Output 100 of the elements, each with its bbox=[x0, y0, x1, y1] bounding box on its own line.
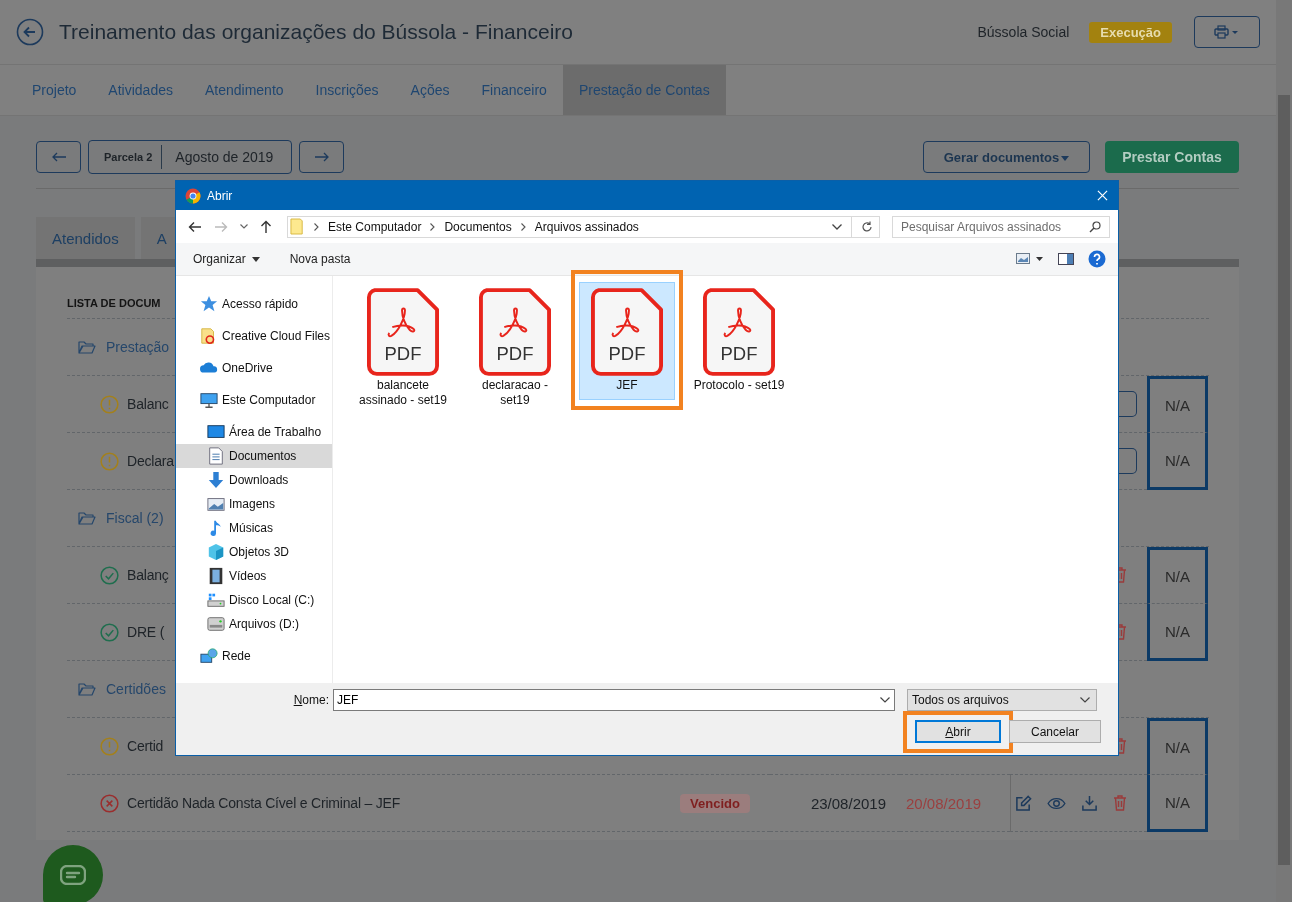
previous-button[interactable] bbox=[36, 141, 81, 173]
nav-item[interactable]: Este Computador bbox=[176, 388, 332, 412]
nav-item[interactable]: OneDrive bbox=[176, 356, 332, 380]
document-name: Declara bbox=[127, 453, 174, 469]
next-button[interactable] bbox=[299, 141, 344, 173]
pdf-file-icon: PDF bbox=[479, 288, 551, 376]
cancel-button[interactable]: Cancelar bbox=[1009, 720, 1101, 743]
status-badge: Execução bbox=[1089, 21, 1172, 43]
breadcrumb-item[interactable]: Arquivos assinados bbox=[534, 219, 639, 234]
na-label: N/A bbox=[1165, 568, 1190, 585]
exclamation-circle-icon bbox=[100, 451, 119, 471]
star-icon bbox=[200, 295, 218, 313]
file-name: Protocolo - set19 bbox=[692, 378, 786, 393]
chat-icon bbox=[60, 865, 86, 885]
na-label: N/A bbox=[1165, 739, 1190, 756]
date-text: 23/08/2019 bbox=[810, 794, 886, 812]
nav-item[interactable]: Área de Trabalho bbox=[176, 420, 332, 444]
refresh-icon[interactable] bbox=[861, 220, 873, 233]
view-icon[interactable] bbox=[1047, 796, 1066, 810]
dialog-title: Abrir bbox=[207, 188, 233, 203]
printer-icon bbox=[1213, 25, 1241, 39]
document-name: Certid bbox=[127, 738, 164, 754]
file-item[interactable]: PDF JEF bbox=[579, 282, 675, 400]
folder-icon bbox=[78, 511, 96, 525]
print-button[interactable] bbox=[1194, 16, 1260, 48]
document-name: DRE ( bbox=[127, 624, 165, 640]
nav-item[interactable]: Creative Cloud Files bbox=[176, 324, 332, 348]
view-options-icon[interactable] bbox=[1016, 253, 1044, 265]
computer-icon bbox=[200, 391, 218, 409]
scrollbar[interactable] bbox=[1276, 0, 1292, 902]
up-arrow-icon[interactable] bbox=[260, 219, 272, 234]
address-field[interactable]: Este Computador Documentos Arquivos assinados bbox=[287, 215, 880, 238]
nav-item[interactable]: Objetos 3D bbox=[176, 540, 332, 564]
file-item[interactable]: PDF Protocolo - set19 bbox=[691, 282, 787, 400]
drive-icon bbox=[207, 615, 225, 633]
caret-icon bbox=[1061, 155, 1070, 161]
expired-badge: Vencido bbox=[680, 793, 750, 813]
x-circle-icon bbox=[100, 793, 119, 813]
download-icon[interactable] bbox=[1081, 794, 1098, 812]
pdf-file-icon: PDF bbox=[703, 288, 775, 376]
nav-item[interactable]: Vídeos bbox=[176, 564, 332, 588]
nav-item[interactable]: Rede bbox=[176, 644, 332, 668]
nav-item[interactable]: Documentos bbox=[176, 444, 332, 468]
organize-menu[interactable]: Organizar bbox=[193, 252, 260, 266]
file-item[interactable]: PDF declaracao - set19 bbox=[467, 282, 563, 415]
nav-item[interactable]: Músicas bbox=[176, 516, 332, 540]
nav-item[interactable]: Downloads bbox=[176, 468, 332, 492]
folder-icon bbox=[78, 682, 96, 696]
back-icon[interactable] bbox=[16, 18, 44, 46]
chevron-right-icon bbox=[314, 222, 319, 231]
image-icon bbox=[207, 495, 225, 513]
period-selector[interactable]: Parcela 2 Agosto de 2019 bbox=[88, 140, 292, 174]
drive-icon bbox=[207, 591, 225, 609]
filename-field[interactable]: JEF bbox=[333, 689, 895, 711]
nav-item[interactable]: Disco Local (C:) bbox=[176, 588, 332, 612]
document-name: Certidão Nada Consta Cível e Criminal – JEF bbox=[127, 795, 401, 811]
file-name: JEF bbox=[615, 378, 639, 393]
new-folder-button[interactable]: Nova pasta bbox=[289, 252, 351, 266]
folder-icon bbox=[78, 340, 96, 354]
document-name: Balanc bbox=[127, 396, 169, 412]
caret-icon bbox=[251, 256, 260, 262]
filename-label: Nome: bbox=[292, 693, 329, 707]
close-icon[interactable] bbox=[1097, 190, 1108, 201]
list-heading: LISTA DE DOCUM bbox=[67, 297, 161, 309]
nav-item[interactable]: Acesso rápido bbox=[176, 292, 332, 316]
chevron-down-icon[interactable] bbox=[240, 224, 248, 229]
submit-button[interactable]: Prestar Contas bbox=[1105, 141, 1239, 173]
chevron-down-icon[interactable] bbox=[880, 697, 890, 703]
pdf-file-icon: PDF bbox=[591, 288, 663, 376]
installment-label: Parcela 2 bbox=[89, 145, 163, 169]
download-icon bbox=[207, 471, 225, 489]
chevron-down-icon[interactable] bbox=[832, 223, 842, 230]
help-icon[interactable] bbox=[1088, 250, 1106, 268]
document-name: Balanç bbox=[127, 567, 169, 583]
back-arrow-icon[interactable] bbox=[188, 220, 202, 233]
search-field[interactable]: Pesquisar Arquivos assinados bbox=[892, 215, 1110, 238]
chat-button[interactable] bbox=[43, 845, 103, 902]
file-item[interactable]: PDF balancete assinado - set19 bbox=[355, 282, 451, 415]
left-arrow-icon bbox=[50, 152, 67, 162]
edit-icon[interactable] bbox=[1015, 794, 1032, 812]
desktop-icon bbox=[207, 423, 225, 441]
nav-item[interactable]: Imagens bbox=[176, 492, 332, 516]
na-label: N/A bbox=[1165, 397, 1190, 414]
due-date-text: 20/08/2019 bbox=[906, 794, 982, 812]
browser-logo-icon bbox=[185, 187, 201, 204]
file-type-dropdown[interactable]: Todos os arquivos bbox=[907, 689, 1097, 711]
chevron-right-icon bbox=[430, 222, 436, 231]
breadcrumb-item[interactable]: Este Computador bbox=[328, 219, 422, 234]
page-title: Treinamento das organizações do Bússola - Financeiro bbox=[59, 20, 574, 44]
cube-icon bbox=[207, 543, 225, 561]
nav-item[interactable]: Arquivos (D:) bbox=[176, 612, 332, 636]
na-label: N/A bbox=[1165, 622, 1190, 640]
open-button[interactable]: Abrir bbox=[915, 720, 1001, 743]
search-icon[interactable] bbox=[1089, 220, 1101, 233]
breadcrumb-item[interactable]: Documentos bbox=[444, 219, 512, 234]
exclamation-circle-icon bbox=[100, 394, 119, 414]
scrollbar-thumb[interactable] bbox=[1278, 95, 1290, 865]
check-circle-icon bbox=[100, 622, 119, 642]
organization-name: Bússola Social bbox=[977, 24, 1070, 40]
preview-pane-icon[interactable] bbox=[1058, 253, 1074, 265]
